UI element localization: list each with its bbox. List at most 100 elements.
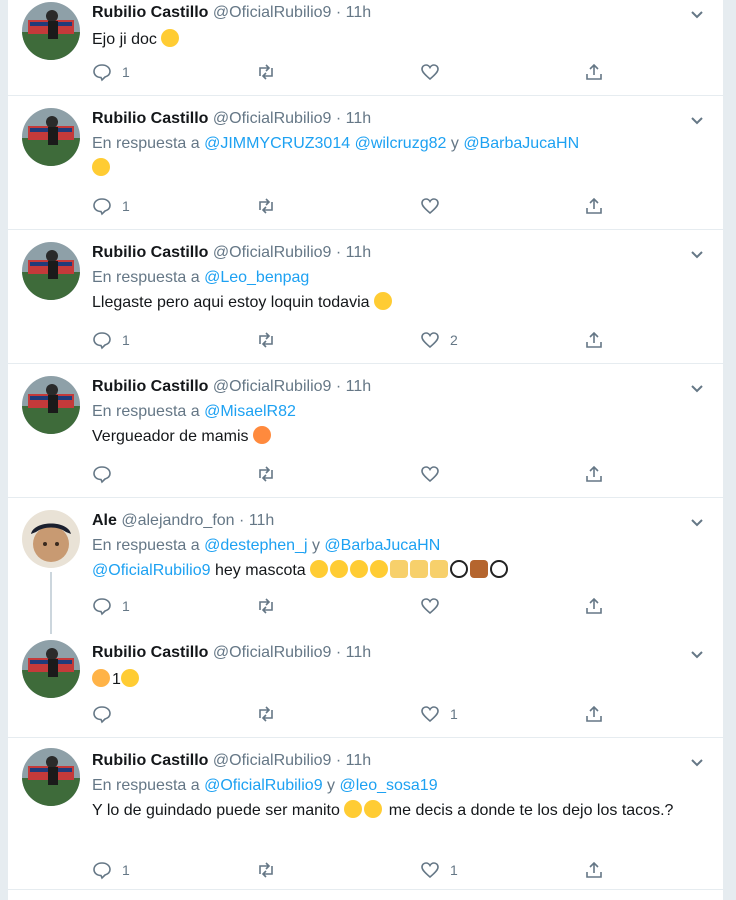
reply-count: 1 xyxy=(122,198,130,214)
tweet[interactable]: Rubilio Castillo @OficialRubilio9 · 11h … xyxy=(8,0,723,96)
reply-button[interactable]: 1 xyxy=(92,60,130,84)
like-icon xyxy=(421,862,439,879)
author-name[interactable]: Rubilio Castillo xyxy=(92,378,208,395)
thread-connector xyxy=(50,572,52,634)
like-button[interactable] xyxy=(420,60,440,84)
reply-button[interactable]: 1 xyxy=(92,594,130,618)
retweet-button[interactable] xyxy=(256,60,276,84)
avatar[interactable] xyxy=(22,510,80,568)
chevron-down-icon[interactable] xyxy=(689,6,705,22)
like-button[interactable]: 2 xyxy=(420,328,458,352)
tweet-actions: 1 xyxy=(92,702,612,726)
chevron-down-icon[interactable] xyxy=(689,380,705,396)
like-button[interactable] xyxy=(420,194,440,218)
reply-icon xyxy=(93,598,111,616)
laughing-emoji-icon xyxy=(310,560,329,578)
reply-mention[interactable]: @OficialRubilio9 xyxy=(204,777,323,794)
like-count: 1 xyxy=(450,862,458,878)
laughing-emoji-icon xyxy=(373,292,392,310)
reply-mention[interactable]: @MisaelR82 xyxy=(204,403,296,420)
retweet-button[interactable] xyxy=(256,328,276,352)
tweet[interactable]: Rubilio Castillo @OficialRubilio9 · 11h … xyxy=(8,96,723,230)
author-handle[interactable]: @OficialRubilio9 xyxy=(213,110,332,127)
reply-mention[interactable]: @BarbaJucaHN xyxy=(324,537,440,554)
like-icon xyxy=(421,64,439,81)
retweet-icon xyxy=(259,466,273,482)
share-button[interactable] xyxy=(584,702,604,726)
soccer-ball-emoji-icon xyxy=(450,560,469,578)
timestamp[interactable]: 11h xyxy=(346,378,372,395)
soccer-ball-emoji-icon xyxy=(490,560,509,578)
avatar[interactable] xyxy=(22,242,80,300)
retweet-button[interactable] xyxy=(256,594,276,618)
share-button[interactable] xyxy=(584,594,604,618)
tweet-header: Rubilio Castillo @OficialRubilio9 · 11h xyxy=(92,4,372,21)
reply-button[interactable]: 1 xyxy=(92,194,130,218)
author-handle[interactable]: @alejandro_fon xyxy=(121,512,234,529)
chevron-down-icon[interactable] xyxy=(689,646,705,662)
retweet-button[interactable] xyxy=(256,702,276,726)
tweet[interactable]: Rubilio Castillo @OficialRubilio9 · 11h … xyxy=(8,634,723,738)
reply-mention[interactable]: @Leo_benpag xyxy=(204,269,309,286)
author-name[interactable]: Rubilio Castillo xyxy=(92,644,208,661)
tweet[interactable]: Ale @alejandro_fon · 11h En respuesta a … xyxy=(8,498,723,634)
retweet-button[interactable] xyxy=(256,858,276,882)
reply-mention[interactable]: @destephen_j xyxy=(204,537,307,554)
avatar[interactable] xyxy=(22,108,80,166)
author-name[interactable]: Rubilio Castillo xyxy=(92,4,208,21)
reply-button[interactable]: 1 xyxy=(92,328,130,352)
timestamp[interactable]: 11h xyxy=(346,244,372,261)
timestamp[interactable]: 11h xyxy=(346,752,372,769)
tweet-actions: 1 2 xyxy=(92,328,612,352)
tweet[interactable]: Rubilio Castillo @OficialRubilio9 · 11h … xyxy=(8,230,723,364)
retweet-icon xyxy=(259,64,273,80)
retweet-button[interactable] xyxy=(256,194,276,218)
like-button[interactable] xyxy=(420,462,440,486)
timestamp[interactable]: 11h xyxy=(249,512,275,529)
reply-button[interactable]: 1 xyxy=(92,858,130,882)
chevron-down-icon[interactable] xyxy=(689,246,705,262)
chevron-down-icon[interactable] xyxy=(689,754,705,770)
author-name[interactable]: Rubilio Castillo xyxy=(92,244,208,261)
like-button[interactable] xyxy=(420,594,440,618)
reply-mention[interactable]: @BarbaJucaHN xyxy=(463,135,579,152)
tweet-header: Rubilio Castillo @OficialRubilio9 · 11h xyxy=(92,244,372,261)
victory-hand-emoji-icon xyxy=(410,560,429,578)
author-name[interactable]: Rubilio Castillo xyxy=(92,752,208,769)
author-name[interactable]: Ale xyxy=(92,512,117,529)
avatar[interactable] xyxy=(22,748,80,806)
laughing-emoji-icon xyxy=(330,560,349,578)
chevron-down-icon[interactable] xyxy=(689,112,705,128)
author-handle[interactable]: @OficialRubilio9 xyxy=(213,244,332,261)
share-button[interactable] xyxy=(584,60,604,84)
tweet[interactable]: Rubilio Castillo @OficialRubilio9 · 11h … xyxy=(8,364,723,498)
author-handle[interactable]: @OficialRubilio9 xyxy=(213,752,332,769)
avatar[interactable] xyxy=(22,640,80,698)
reply-button[interactable] xyxy=(92,702,112,726)
timestamp[interactable]: 11h xyxy=(346,644,372,661)
share-button[interactable] xyxy=(584,858,604,882)
share-button[interactable] xyxy=(584,328,604,352)
author-handle[interactable]: @OficialRubilio9 xyxy=(213,644,332,661)
reply-mention[interactable]: @JIMMYCRUZ3014 @wilcruzg82 xyxy=(204,135,446,152)
timestamp[interactable]: 11h xyxy=(346,110,372,127)
tweet[interactable]: Rubilio Castillo @OficialRubilio9 · 11h … xyxy=(8,738,723,890)
reply-count: 1 xyxy=(122,862,130,878)
share-button[interactable] xyxy=(584,462,604,486)
like-button[interactable]: 1 xyxy=(420,702,458,726)
avatar[interactable] xyxy=(22,376,80,434)
reply-mention[interactable]: @leo_sosa19 xyxy=(340,777,438,794)
timestamp[interactable]: 11h xyxy=(346,4,372,21)
like-icon xyxy=(421,198,439,215)
like-button[interactable]: 1 xyxy=(420,858,458,882)
avatar[interactable] xyxy=(22,2,80,60)
laughing-emoji-icon xyxy=(161,29,180,47)
text-mention[interactable]: @OficialRubilio9 xyxy=(92,562,211,579)
chevron-down-icon[interactable] xyxy=(689,514,705,530)
reply-button[interactable] xyxy=(92,462,112,486)
author-handle[interactable]: @OficialRubilio9 xyxy=(213,4,332,21)
author-name[interactable]: Rubilio Castillo xyxy=(92,110,208,127)
retweet-button[interactable] xyxy=(256,462,276,486)
share-button[interactable] xyxy=(584,194,604,218)
author-handle[interactable]: @OficialRubilio9 xyxy=(213,378,332,395)
